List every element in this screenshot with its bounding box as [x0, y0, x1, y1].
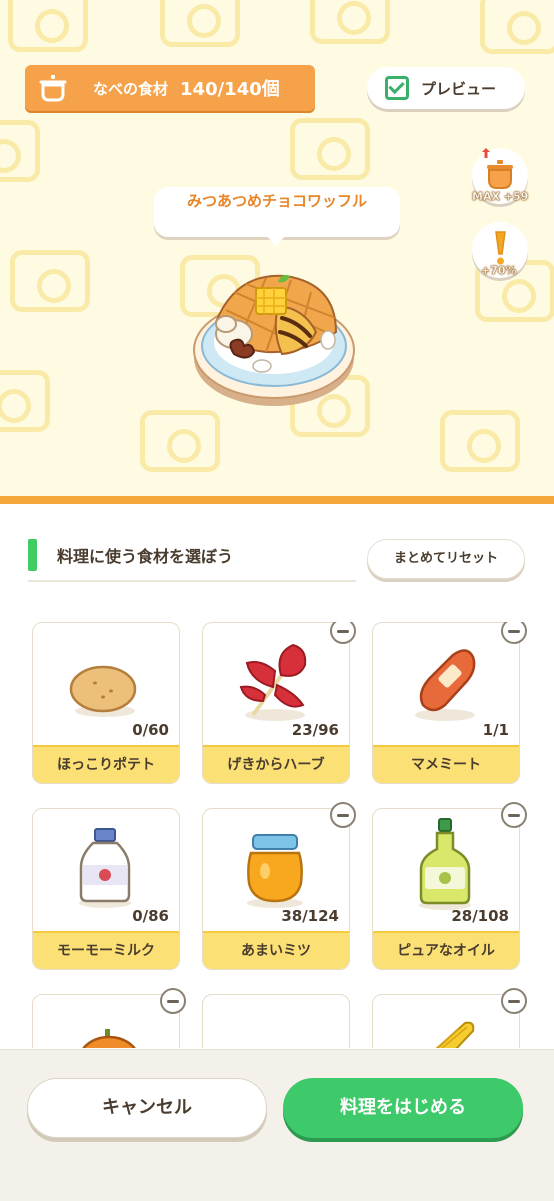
- remove-ingredient-button[interactable]: [501, 622, 527, 644]
- corn-icon: [435, 1021, 475, 1048]
- background-pattern: [480, 0, 554, 54]
- pumpkin-icon: [82, 1029, 136, 1048]
- ingredient-card[interactable]: 23/96 げきからハーブ: [202, 622, 350, 784]
- remove-ingredient-button[interactable]: [501, 988, 527, 1014]
- ingredient-card[interactable]: 0/86 モーモーミルク: [32, 808, 180, 970]
- pot-capacity-label: MAX +59: [472, 190, 529, 204]
- ingredient-name: ほっこりポテト: [33, 745, 179, 783]
- ingredient-card[interactable]: [202, 994, 350, 1048]
- background-pattern: [10, 250, 90, 312]
- ingredient-card[interactable]: [32, 994, 180, 1048]
- title-accent-bar: [28, 539, 37, 571]
- remove-ingredient-button[interactable]: [330, 622, 356, 644]
- ingredient-name: あまいミツ: [203, 931, 349, 969]
- remove-ingredient-button[interactable]: [330, 802, 356, 828]
- waffle-dish-image: [193, 274, 355, 406]
- pot-label: なべの食材: [93, 79, 169, 98]
- ingredient-count: 38/124: [281, 907, 339, 925]
- background-pattern: [440, 410, 520, 472]
- pot-ingredient-bar: なべの食材 140/140個: [25, 65, 315, 111]
- remove-ingredient-button[interactable]: [501, 802, 527, 828]
- ingredient-count: 1/1: [482, 721, 509, 739]
- pot-count: 140/140個: [180, 79, 280, 100]
- ingredient-name: げきからハーブ: [203, 745, 349, 783]
- dish-name: みつあつめチョコワッフル: [186, 192, 367, 210]
- bonus-label: +70%: [481, 264, 517, 278]
- remove-ingredient-button[interactable]: [160, 988, 186, 1014]
- ingredient-name: ピュアなオイル: [373, 931, 519, 969]
- preview-toggle[interactable]: プレビュー: [367, 67, 525, 109]
- preview-label: プレビュー: [421, 79, 497, 98]
- background-pattern: [290, 118, 370, 180]
- cancel-button[interactable]: キャンセル: [27, 1078, 267, 1138]
- section-title: 料理に使う食材を選ぼう: [28, 538, 233, 572]
- ingredient-card[interactable]: [372, 994, 520, 1048]
- action-bar: キャンセル 料理をはじめる: [0, 1049, 554, 1201]
- ingredient-grid: 0/60 ほっこりポテト 23/96 げきからハーブ 1/1 マメミート 0/8…: [0, 622, 554, 1048]
- reset-all-button[interactable]: まとめてリセット: [367, 539, 525, 579]
- ingredient-count: 0/60: [132, 721, 169, 739]
- ingredient-count: 28/108: [451, 907, 509, 925]
- ingredient-card[interactable]: 1/1 マメミート: [372, 622, 520, 784]
- title-underline: [28, 580, 356, 582]
- ingredient-card[interactable]: 38/124 あまいミツ: [202, 808, 350, 970]
- ingredient-count: 23/96: [291, 721, 339, 739]
- pot-icon: [25, 65, 81, 111]
- ingredient-card[interactable]: 0/60 ほっこりポテト: [32, 622, 180, 784]
- dish-name-bubble: みつあつめチョコワッフル: [154, 187, 400, 247]
- egg-icon: [203, 995, 349, 1048]
- background-pattern: [0, 370, 50, 432]
- section-title-text: 料理に使う食材を選ぼう: [57, 547, 234, 566]
- ingredient-name: マメミート: [373, 745, 519, 783]
- background-pattern: [160, 0, 240, 47]
- background-pattern: [310, 0, 390, 44]
- start-cooking-button[interactable]: 料理をはじめる: [283, 1078, 523, 1138]
- background-pattern: [8, 0, 88, 52]
- ingredient-card[interactable]: 28/108 ピュアなオイル: [372, 808, 520, 970]
- background-pattern: [140, 410, 220, 472]
- ingredient-count: 0/86: [132, 907, 169, 925]
- divider: [0, 496, 554, 504]
- checkbox-checked-icon: [385, 76, 409, 100]
- background-pattern: [0, 120, 40, 182]
- ingredient-name: モーモーミルク: [33, 931, 179, 969]
